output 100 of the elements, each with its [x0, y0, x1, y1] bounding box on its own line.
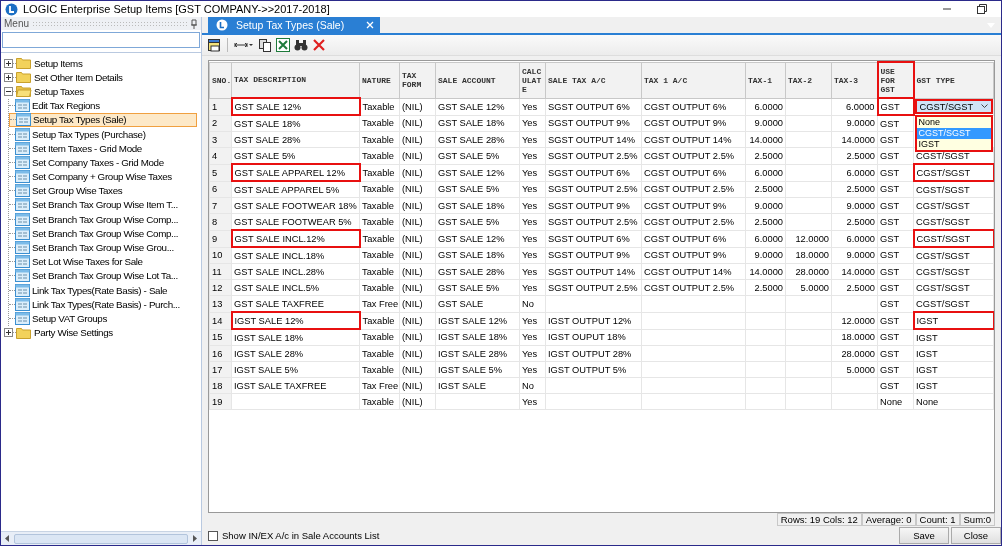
tree-item[interactable]: Set Branch Tax Group Wise Item T...	[9, 197, 201, 213]
close-icon[interactable]	[366, 21, 375, 29]
tab[interactable]: Setup Tax Types (Sale)	[208, 17, 381, 33]
open-folder-icon	[16, 85, 32, 98]
tree-item[interactable]: Set Lot Wise Taxes for Sale	[9, 254, 201, 269]
table-cell: 6.0000	[831, 164, 878, 181]
tree-item[interactable]: Setup Items	[4, 56, 201, 71]
table-cell: GST SALE TAXFREE	[231, 295, 360, 312]
action-button[interactable]: Save	[899, 527, 949, 544]
tree-item[interactable]: Set Other Item Details	[4, 70, 201, 85]
dropdown-option[interactable]: IGST	[916, 138, 991, 150]
table-cell: CGST OUTPUT 2.5%	[641, 279, 746, 296]
tree-item[interactable]: Set Group Wise Taxes	[9, 183, 201, 198]
table-cell: CGST OUTPUT 6%	[641, 164, 746, 181]
table-cell: 28.0000	[785, 263, 832, 280]
column-header: SALE TAX A/C	[545, 62, 642, 98]
expand-icon[interactable]	[4, 58, 13, 68]
table-cell: 14.0000	[745, 131, 786, 148]
table-cell: Yes	[519, 263, 546, 280]
tree-item[interactable]: Set Item Taxes - Grid Mode	[9, 141, 201, 156]
tree-item[interactable]: Setup Tax Types (Purchase)	[9, 126, 201, 142]
spreadsheet-button[interactable]	[275, 36, 291, 54]
table-cell: 9.0000	[745, 247, 786, 264]
table-cell: (NIL)	[399, 329, 436, 346]
table-cell: CGST OUTPUT 9%	[641, 247, 746, 264]
pin-icon[interactable]	[190, 18, 198, 29]
tree-item[interactable]: Set Branch Tax Group Wise Comp...	[9, 212, 201, 227]
table-cell: IGST	[913, 377, 994, 394]
action-button[interactable]: Close	[951, 527, 1001, 544]
tree-item[interactable]: Link Tax Types(Rate Basis) - Sale	[9, 283, 201, 298]
tree-item[interactable]: Setup Tax Types (Sale)	[9, 112, 197, 127]
expand-icon[interactable]	[4, 72, 13, 82]
table-cell: Taxable	[359, 312, 400, 329]
table-cell: GST SALE INCL.28%	[231, 263, 360, 280]
table-cell: CGST OUTPUT 6%	[641, 98, 746, 115]
form-icon	[15, 212, 30, 226]
tree-item[interactable]: Link Tax Types(Rate Basis) - Purch...	[9, 297, 201, 312]
table-cell: 6.0000	[745, 164, 786, 181]
dropdown-option[interactable]: None	[916, 116, 991, 128]
table-cell: No	[519, 295, 546, 312]
table-cell: SGST OUTPUT 9%	[545, 115, 642, 132]
column-header: TAX 1 A/C	[641, 62, 746, 98]
table-cell: (NIL)	[399, 147, 436, 164]
table-cell: IGST OUTPUT 12%	[545, 312, 642, 329]
form-icon	[15, 297, 30, 311]
table-cell: GST SALE 12%	[435, 164, 520, 181]
form-icon	[15, 170, 30, 184]
table-cell: GST	[877, 329, 914, 346]
search-field[interactable]	[2, 32, 200, 48]
form-icon	[15, 226, 30, 240]
dropdown-field[interactable]: CGST/SGST	[914, 99, 993, 114]
copy-button[interactable]	[257, 36, 273, 54]
tree-item[interactable]: Setup VAT Groups	[9, 311, 201, 326]
table-cell: GST SALE 28%	[435, 263, 520, 280]
checkbox-option[interactable]: Show IN/EX A/c in Sale Accounts List	[208, 530, 380, 541]
table-cell: GST SALE 5%	[435, 181, 520, 198]
table-cell: (NIL)	[399, 197, 436, 214]
table-cell: SGST OUTPUT 2.5%	[545, 279, 642, 296]
table-cell: GST SALE 18%	[435, 197, 520, 214]
tree-item[interactable]: Set Company + Group Wise Taxes	[9, 169, 201, 184]
table-cell: GST SALE FOOTWEAR 5%	[231, 213, 360, 230]
table-cell: GST SALE INCL.12%	[231, 230, 360, 247]
table-cell: GST	[877, 181, 914, 198]
tree-item[interactable]: Setup Taxes	[4, 84, 201, 99]
table-cell: IGST	[913, 361, 994, 378]
table-cell: SGST OUTPUT 2.5%	[545, 181, 642, 198]
table-cell: SGST OUTPUT 2.5%	[545, 213, 642, 230]
table-cell: 14.0000	[831, 263, 878, 280]
table-cell: GST SALE	[435, 295, 520, 312]
table-cell: IGST SALE 12%	[435, 312, 520, 329]
table-cell: IGST SALE 5%	[435, 361, 520, 378]
tree-item[interactable]: Party Wise Settings	[4, 325, 201, 340]
form-icon	[15, 184, 30, 198]
collapse-icon[interactable]	[4, 86, 13, 96]
tree-item[interactable]: Set Branch Tax Group Wise Grou...	[9, 240, 201, 255]
table-cell: CGST OUTPUT 14%	[641, 131, 746, 148]
table-cell: GST	[877, 295, 914, 312]
table-cell: IGST SALE 5%	[231, 361, 360, 378]
tree-item[interactable]: Set Branch Tax Group Wise Lot Ta...	[9, 268, 201, 283]
table-cell: SGST OUTPUT 9%	[545, 247, 642, 264]
table-cell: SGST OUTPUT 6%	[545, 164, 642, 181]
table-cell: SGST OUTPUT 14%	[545, 263, 642, 280]
tree-item[interactable]: Set Branch Tax Group Wise Comp...	[9, 226, 201, 241]
column-header: TAX-3	[831, 62, 878, 98]
table-cell: Taxable	[359, 164, 400, 181]
app-logo-icon	[216, 19, 228, 31]
expand-icon[interactable]	[4, 328, 13, 338]
tree-item[interactable]: Set Company Taxes - Grid Mode	[9, 155, 201, 170]
horizontal-scrollbar[interactable]	[1, 531, 201, 545]
table-cell: (NIL)	[399, 312, 436, 329]
table-cell: GST SALE APPAREL 12%	[231, 164, 360, 181]
table-cell: Taxable	[359, 263, 400, 280]
table-cell: Yes	[519, 147, 546, 164]
table-cell: Tax Free	[359, 295, 400, 312]
form-icon	[15, 155, 30, 169]
column-header: NATURE	[359, 62, 400, 98]
table-cell: GST	[877, 213, 914, 230]
column-header: CALC ULAT E	[519, 62, 546, 98]
column-header: TAX FORM	[399, 62, 436, 98]
tree-item[interactable]: Edit Tax Regions	[9, 98, 201, 113]
